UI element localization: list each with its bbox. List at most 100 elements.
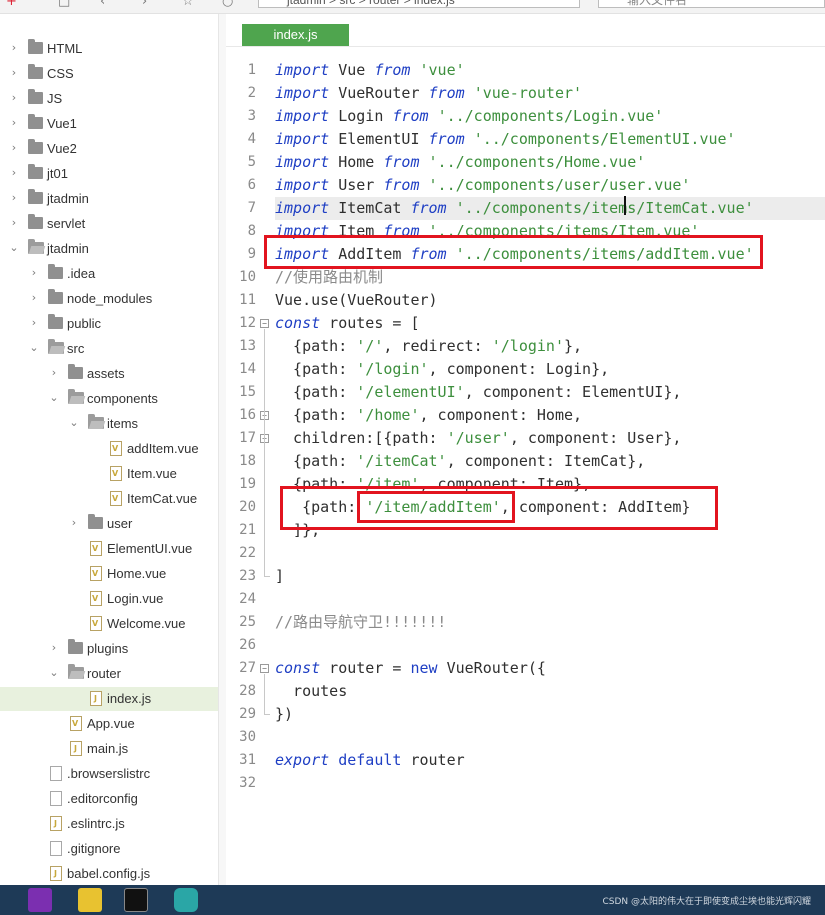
code-line[interactable]: {path: '/itemCat', component: ItemCat}, <box>275 450 825 473</box>
tree-item[interactable]: › user <box>0 512 218 536</box>
code-line[interactable]: ] <box>275 565 825 588</box>
breadcrumb-path[interactable]: jtadmin > src > router > index.js <box>258 0 580 8</box>
code-editor[interactable]: index.js 1 2 3 4 5 6 7 8 9 10 11 12 13 14 15 16 17 18 19 20… <box>226 14 825 885</box>
code-line[interactable] <box>275 542 825 565</box>
tree-item[interactable]: .browserslistrc <box>0 762 218 786</box>
back-icon[interactable]: ‹ <box>100 0 105 9</box>
chevron-down-icon[interactable]: ⌄ <box>28 341 40 355</box>
tree-item[interactable]: › public <box>0 312 218 336</box>
tree-item[interactable]: main.js <box>0 737 218 761</box>
open-file-icon[interactable]: □ <box>58 0 70 9</box>
chevron-right-icon[interactable]: › <box>28 291 40 305</box>
forward-icon[interactable]: › <box>142 0 147 9</box>
tree-item[interactable]: › CSS <box>0 62 218 86</box>
chevron-down-icon[interactable]: ⌄ <box>8 241 20 255</box>
tree-item[interactable]: ElementUI.vue <box>0 537 218 561</box>
chevron-right-icon[interactable]: › <box>8 41 20 55</box>
tree-item[interactable]: ItemCat.vue <box>0 487 218 511</box>
code-line[interactable]: import Home from '../components/Home.vue… <box>275 151 825 174</box>
chevron-down-icon[interactable]: ⌄ <box>68 416 80 430</box>
tree-item[interactable]: › jtadmin <box>0 187 218 211</box>
chevron-right-icon[interactable]: › <box>68 516 80 530</box>
tree-item[interactable]: ⌄ items <box>0 412 218 436</box>
code-line[interactable] <box>275 726 825 749</box>
code-line[interactable]: children:[{path: '/user', component: Use… <box>275 427 825 450</box>
tree-item[interactable]: App.vue <box>0 712 218 736</box>
run-icon[interactable]: ○ <box>222 0 233 9</box>
fold-toggle-icon[interactable]: − <box>260 319 269 328</box>
code-line[interactable]: {path: '/item/addItem', component: AddIt… <box>275 496 825 519</box>
tree-item[interactable]: Home.vue <box>0 562 218 586</box>
chevron-right-icon[interactable]: › <box>8 141 20 155</box>
code-line[interactable]: import Vue from 'vue' <box>275 59 825 82</box>
terminal-app-icon[interactable] <box>124 888 148 912</box>
code-line[interactable]: export default router <box>275 749 825 772</box>
tree-item[interactable]: › JS <box>0 87 218 111</box>
tree-item[interactable]: index.js <box>0 687 218 711</box>
chevron-right-icon[interactable]: › <box>28 316 40 330</box>
favorite-icon[interactable]: ☆ <box>182 0 194 9</box>
code-line[interactable]: ]}, <box>275 519 825 542</box>
code-line[interactable]: import ElementUI from '../components/Ele… <box>275 128 825 151</box>
tree-item[interactable]: Item.vue <box>0 462 218 486</box>
code-line[interactable]: import User from '../components/user/use… <box>275 174 825 197</box>
chevron-right-icon[interactable]: › <box>48 366 60 380</box>
tree-item[interactable]: ⌄ components <box>0 387 218 411</box>
tree-item[interactable]: Welcome.vue <box>0 612 218 636</box>
chevron-right-icon[interactable]: › <box>48 641 60 655</box>
tree-item[interactable]: › servlet <box>0 212 218 236</box>
tree-item[interactable]: › Vue1 <box>0 112 218 136</box>
new-file-icon[interactable]: + <box>6 0 17 9</box>
chevron-right-icon[interactable]: › <box>8 166 20 180</box>
tree-item[interactable]: .editorconfig <box>0 787 218 811</box>
tree-item[interactable]: .eslintrc.js <box>0 812 218 836</box>
chevron-down-icon[interactable]: ⌄ <box>48 666 60 680</box>
file-search-input[interactable]: 输入文件名 <box>598 0 825 8</box>
code-line[interactable]: {path: '/home', component: Home, <box>275 404 825 427</box>
tree-item[interactable]: ⌄ src <box>0 337 218 361</box>
tree-item[interactable]: addItem.vue <box>0 437 218 461</box>
tree-item[interactable]: babel.config.js <box>0 862 218 885</box>
tab-index-js[interactable]: index.js <box>242 24 349 46</box>
tree-item[interactable]: › plugins <box>0 637 218 661</box>
code-line[interactable]: //路由导航守卫!!!!!!! <box>275 611 825 634</box>
code-line[interactable]: {path: '/elementUI', component: ElementU… <box>275 381 825 404</box>
chevron-right-icon[interactable]: › <box>8 216 20 230</box>
chevron-right-icon[interactable]: › <box>8 116 20 130</box>
code-line[interactable] <box>275 634 825 657</box>
code-line[interactable]: {path: '/item', component: Item}, <box>275 473 825 496</box>
hbuilder-app-icon[interactable] <box>78 888 102 912</box>
code-line[interactable]: import Item from '../components/items/It… <box>275 220 825 243</box>
tree-item[interactable]: › assets <box>0 362 218 386</box>
tree-item[interactable]: Login.vue <box>0 587 218 611</box>
code-line[interactable]: {path: '/', redirect: '/login'}, <box>275 335 825 358</box>
code-line[interactable]: const routes = [ <box>275 312 825 335</box>
code-line[interactable]: import ItemCat from '../components/items… <box>275 197 825 220</box>
tree-item[interactable]: › .idea <box>0 262 218 286</box>
code-line[interactable]: Vue.use(VueRouter) <box>275 289 825 312</box>
code-line[interactable]: import VueRouter from 'vue-router' <box>275 82 825 105</box>
tree-item[interactable]: › HTML <box>0 37 218 61</box>
code-line[interactable] <box>275 772 825 795</box>
tree-item[interactable]: › Vue2 <box>0 137 218 161</box>
onenote-app-icon[interactable] <box>28 888 52 912</box>
chevron-right-icon[interactable]: › <box>8 91 20 105</box>
code-line[interactable]: routes <box>275 680 825 703</box>
code-line[interactable]: import AddItem from '../components/items… <box>275 243 825 266</box>
code-line[interactable]: {path: '/login', component: Login}, <box>275 358 825 381</box>
code-line[interactable] <box>275 588 825 611</box>
tree-item[interactable]: › node_modules <box>0 287 218 311</box>
chevron-right-icon[interactable]: › <box>28 266 40 280</box>
app-icon[interactable] <box>174 888 198 912</box>
chevron-right-icon[interactable]: › <box>8 66 20 80</box>
tree-item[interactable]: ⌄ jtadmin <box>0 237 218 261</box>
tree-item[interactable]: › jt01 <box>0 162 218 186</box>
code-line[interactable]: }) <box>275 703 825 726</box>
chevron-right-icon[interactable]: › <box>8 191 20 205</box>
tree-item[interactable]: .gitignore <box>0 837 218 861</box>
tree-item[interactable]: ⌄ router <box>0 662 218 686</box>
fold-toggle-icon[interactable]: − <box>260 664 269 673</box>
code-line[interactable]: //使用路由机制 <box>275 266 825 289</box>
code-line[interactable]: const router = new VueRouter({ <box>275 657 825 680</box>
chevron-down-icon[interactable]: ⌄ <box>48 391 60 405</box>
